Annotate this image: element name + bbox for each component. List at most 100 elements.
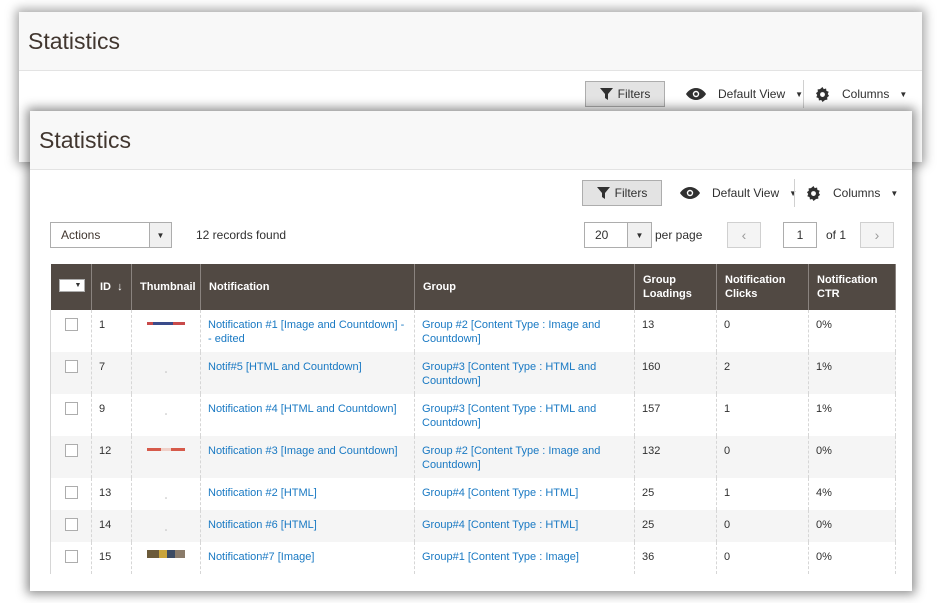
cell-notification: Notif#5 [HTML and Countdown] xyxy=(200,352,415,394)
cell-id: 15 xyxy=(91,542,132,574)
cell-notification: Notification #2 [HTML] xyxy=(200,478,415,510)
cell-ctr: 0% xyxy=(808,436,896,478)
caret-down-icon: ▼ xyxy=(149,223,171,247)
chevron-left-icon: ‹ xyxy=(741,227,747,243)
view-label: Default View xyxy=(712,186,780,200)
view-switcher[interactable]: Default View ▼ xyxy=(686,81,803,107)
view-label: Default View xyxy=(718,87,786,101)
cell-group: Group#4 [Content Type : HTML] xyxy=(414,478,635,510)
row-checkbox[interactable] xyxy=(65,550,78,563)
notification-link[interactable]: Notification #1 [Image and Countdown] --… xyxy=(208,319,404,345)
view-switcher[interactable]: Default View ▼ xyxy=(680,180,797,206)
table-row[interactable]: 15 Notification#7 [Image] Group#1 [Conte… xyxy=(50,542,896,574)
table-row[interactable]: 12 Notification #3 [Image and Countdown]… xyxy=(50,436,896,478)
actions-dropdown[interactable]: Actions ▼ xyxy=(50,222,172,248)
cell-thumbnail xyxy=(131,352,201,394)
row-checkbox[interactable] xyxy=(65,360,78,373)
notification-link[interactable]: Notification #3 [Image and Countdown] xyxy=(208,445,398,457)
cell-notification: Notification#7 [Image] xyxy=(200,542,415,574)
divider xyxy=(794,179,795,207)
cell-thumbnail xyxy=(131,436,201,478)
page-input[interactable]: 1 xyxy=(783,222,817,248)
per-page-value: 20 xyxy=(595,228,609,242)
caret-down-icon: ▼ xyxy=(74,281,82,289)
cell-loadings: 132 xyxy=(634,436,717,478)
cell-id: 12 xyxy=(91,436,132,478)
cell-group: Group #2 [Content Type : Image and Count… xyxy=(414,436,635,478)
table-row[interactable]: 7 Notif#5 [HTML and Countdown] Group#3 [… xyxy=(50,352,896,394)
group-link[interactable]: Group #2 [Content Type : Image and Count… xyxy=(422,445,600,471)
column-header-clicks[interactable]: Notification Clicks xyxy=(716,264,809,310)
table-row[interactable]: 9 Notification #4 [HTML and Countdown] G… xyxy=(50,394,896,436)
gear-icon xyxy=(806,185,821,201)
column-header-thumbnail[interactable]: Thumbnail xyxy=(131,264,201,310)
mass-select-header[interactable]: ▼ xyxy=(50,264,92,310)
cell-id: 14 xyxy=(91,510,132,542)
group-link[interactable]: Group#4 [Content Type : HTML] xyxy=(422,519,578,531)
eye-icon xyxy=(680,187,700,199)
notification-link[interactable]: Notification #4 [HTML and Countdown] xyxy=(208,403,397,415)
filters-label: Filters xyxy=(614,186,648,200)
mass-select-checkbox[interactable]: ▼ xyxy=(58,279,85,292)
divider xyxy=(803,80,804,108)
chevron-right-icon: › xyxy=(874,227,880,243)
column-header-notification[interactable]: Notification xyxy=(200,264,415,310)
notification-link[interactable]: Notification#7 [Image] xyxy=(208,551,314,563)
grid-body: 1 Notification #1 [Image and Countdown] … xyxy=(50,310,896,574)
row-checkbox[interactable] xyxy=(65,444,78,457)
column-header-group[interactable]: Group xyxy=(414,264,635,310)
cell-thumbnail xyxy=(131,394,201,436)
group-link[interactable]: Group#3 [Content Type : HTML and Countdo… xyxy=(422,361,596,387)
cell-notification: Notification #4 [HTML and Countdown] xyxy=(200,394,415,436)
filters-button[interactable]: Filters xyxy=(585,81,665,107)
cell-ctr: 0% xyxy=(808,510,896,542)
cell-thumbnail xyxy=(131,510,201,542)
group-link[interactable]: Group#3 [Content Type : HTML and Countdo… xyxy=(422,403,596,429)
per-page-dropdown[interactable]: 20 ▼ xyxy=(584,222,652,248)
cell-loadings: 25 xyxy=(634,510,717,542)
next-page-button[interactable]: › xyxy=(860,222,894,248)
prev-page-button[interactable]: ‹ xyxy=(727,222,761,248)
table-row[interactable]: 1 Notification #1 [Image and Countdown] … xyxy=(50,310,896,352)
group-link[interactable]: Group#1 [Content Type : Image] xyxy=(422,551,579,563)
filters-label: Filters xyxy=(617,87,651,101)
columns-control[interactable]: Columns ▼ xyxy=(806,180,898,206)
column-header-loadings[interactable]: Group Loadings xyxy=(634,264,717,310)
page-title: Statistics xyxy=(28,28,121,54)
notification-link[interactable]: Notif#5 [HTML and Countdown] xyxy=(208,361,362,373)
table-row[interactable]: 14 Notification #6 [HTML] Group#4 [Conte… xyxy=(50,510,896,542)
cell-loadings: 36 xyxy=(634,542,717,574)
row-checkbox[interactable] xyxy=(65,518,78,531)
cell-clicks: 0 xyxy=(716,310,809,352)
cell-ctr: 0% xyxy=(808,542,896,574)
cell-loadings: 160 xyxy=(634,352,717,394)
cell-clicks: 0 xyxy=(716,510,809,542)
records-count: 12 records found xyxy=(196,228,287,242)
columns-control[interactable]: Columns ▼ xyxy=(815,81,907,107)
columns-label: Columns xyxy=(842,87,890,101)
notification-link[interactable]: Notification #6 [HTML] xyxy=(208,519,317,531)
cell-ctr: 4% xyxy=(808,478,896,510)
cell-group: Group#1 [Content Type : Image] xyxy=(414,542,635,574)
table-row[interactable]: 13 Notification #2 [HTML] Group#4 [Conte… xyxy=(50,478,896,510)
cell-loadings: 25 xyxy=(634,478,717,510)
column-header-ctr[interactable]: Notification CTR xyxy=(808,264,896,310)
cell-clicks: 0 xyxy=(716,542,809,574)
notification-link[interactable]: Notification #2 [HTML] xyxy=(208,487,317,499)
cell-clicks: 1 xyxy=(716,394,809,436)
cell-clicks: 1 xyxy=(716,478,809,510)
group-link[interactable]: Group#4 [Content Type : HTML] xyxy=(422,487,578,499)
cell-notification: Notification #1 [Image and Countdown] --… xyxy=(200,310,415,352)
filters-button[interactable]: Filters xyxy=(582,180,662,206)
column-header-id[interactable]: ID ↓ xyxy=(91,264,132,310)
row-checkbox[interactable] xyxy=(65,486,78,499)
cell-thumbnail xyxy=(131,310,201,352)
row-checkbox[interactable] xyxy=(65,402,78,415)
row-checkbox[interactable] xyxy=(65,318,78,331)
per-page-label: per page xyxy=(655,228,703,242)
eye-icon xyxy=(686,88,706,100)
cell-id: 13 xyxy=(91,478,132,510)
actions-label: Actions xyxy=(61,228,101,242)
group-link[interactable]: Group #2 [Content Type : Image and Count… xyxy=(422,319,600,345)
cell-group: Group#3 [Content Type : HTML and Countdo… xyxy=(414,352,635,394)
